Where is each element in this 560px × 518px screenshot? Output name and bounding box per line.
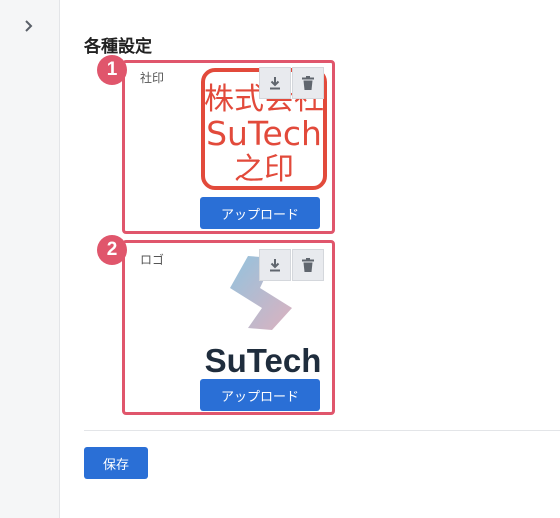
upload-logo-button[interactable]: アップロード <box>200 379 320 411</box>
stamp-line-2: SuTech <box>206 114 322 153</box>
download-icon <box>270 259 280 272</box>
download-icon <box>270 77 280 90</box>
seal-label: 社印 <box>140 71 165 85</box>
sidebar <box>0 0 60 518</box>
page-title: 各種設定 <box>84 37 152 57</box>
chevron-right-icon[interactable] <box>20 18 36 34</box>
divider <box>84 430 560 431</box>
step-badge-1: 1 <box>97 55 127 85</box>
trash-icon <box>302 76 314 90</box>
delete-seal-button[interactable] <box>292 67 324 99</box>
delete-logo-button[interactable] <box>292 249 324 281</box>
logo-label: ロゴ <box>140 253 165 267</box>
upload-seal-button[interactable]: アップロード <box>200 197 320 229</box>
trash-icon <box>302 258 314 272</box>
download-seal-button[interactable] <box>259 67 291 99</box>
save-button[interactable]: 保存 <box>84 447 148 479</box>
stamp-line-3: 之印 <box>234 152 294 187</box>
step-badge-2: 2 <box>97 235 127 265</box>
logo-text: SuTech <box>205 342 322 378</box>
download-logo-button[interactable] <box>259 249 291 281</box>
